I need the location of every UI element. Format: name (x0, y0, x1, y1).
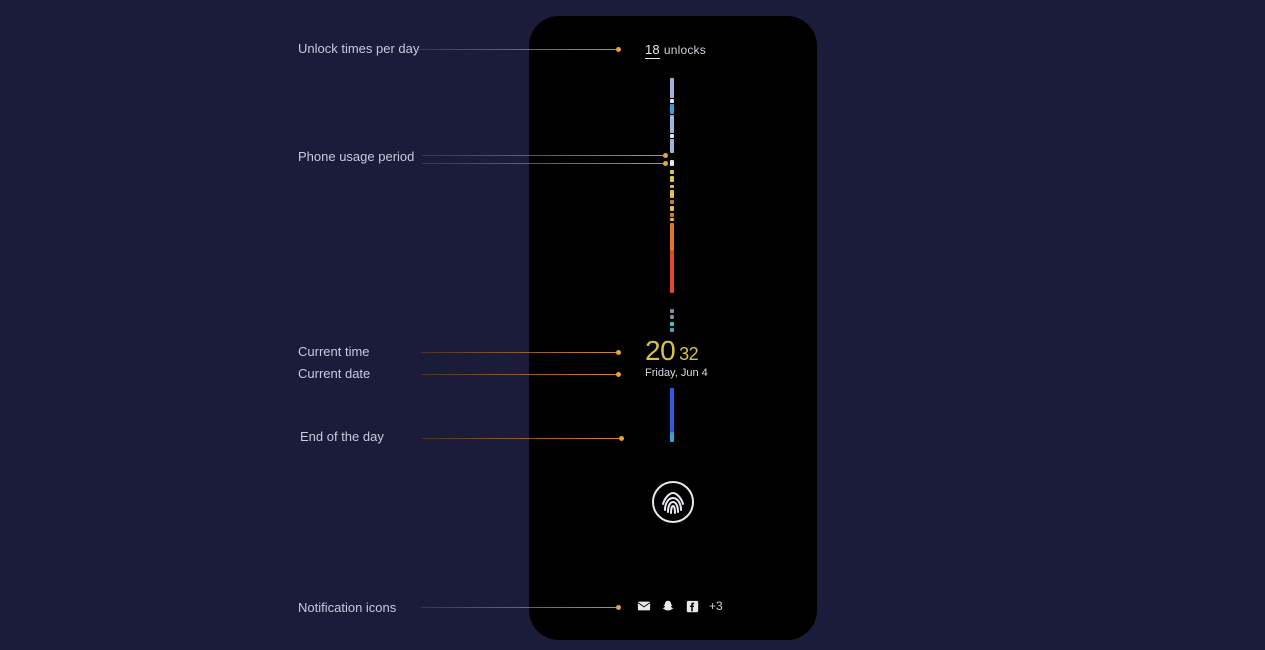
label-current-date: Current date (298, 366, 370, 381)
unlock-count-number: 18 (645, 42, 660, 59)
date: Friday, Jun 4 (645, 367, 708, 379)
unlock-count: 18 unlocks (645, 42, 706, 57)
label-usage-period: Phone usage period (298, 149, 414, 164)
label-notifications: Notification icons (298, 600, 396, 615)
snapchat-icon[interactable] (661, 599, 675, 613)
label-end-of-day: End of the day (300, 429, 384, 444)
notification-extra-count[interactable]: +3 (709, 599, 723, 613)
clock-hours: 20 (645, 335, 675, 366)
fingerprint-icon[interactable] (651, 480, 695, 524)
unlock-count-word: unlocks (664, 43, 706, 57)
pointer-unlocks (417, 49, 618, 50)
pointer-end-of-day (422, 438, 621, 439)
pointer-usage-1 (422, 155, 665, 156)
facebook-icon[interactable] (685, 599, 699, 613)
mail-icon[interactable] (637, 599, 651, 613)
pointer-date (421, 374, 618, 375)
label-unlock-times: Unlock times per day (298, 41, 419, 56)
clock: 2032 (645, 337, 698, 365)
notification-row: +3 (637, 599, 723, 613)
clock-minutes: 32 (679, 344, 698, 364)
pointer-notifications (421, 607, 618, 608)
pointer-usage-2 (422, 163, 665, 164)
label-current-time: Current time (298, 344, 370, 359)
pointer-time (421, 352, 618, 353)
